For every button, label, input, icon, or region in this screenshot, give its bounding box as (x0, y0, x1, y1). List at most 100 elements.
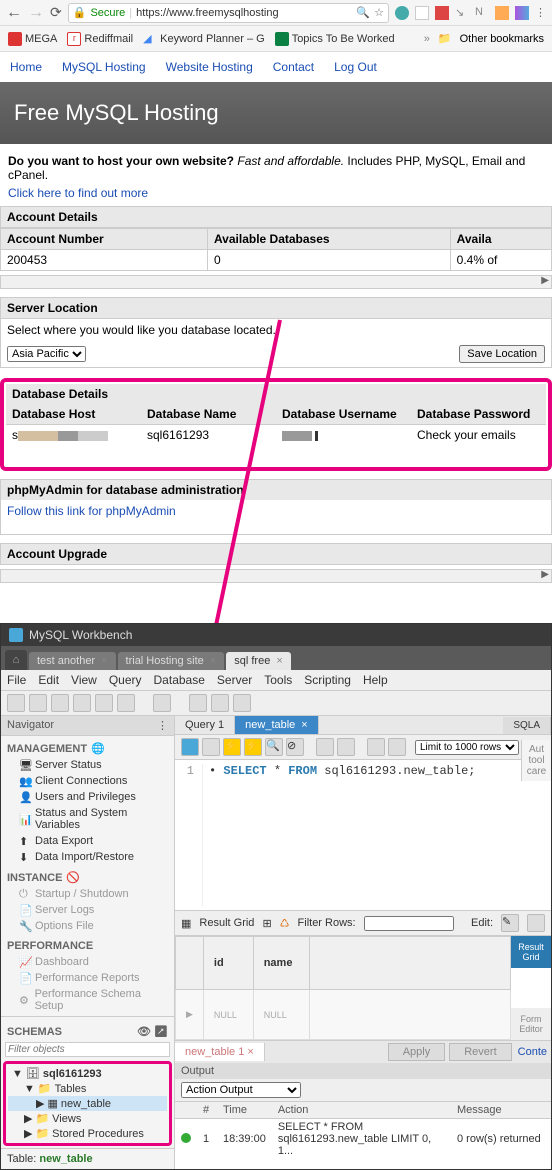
menu-tools[interactable]: Tools (264, 673, 292, 687)
menu-file[interactable]: File (7, 673, 26, 687)
menu-icon[interactable]: ⋮ (535, 6, 546, 19)
sql-editor[interactable]: 1 • SELECT * FROM sql6161293.new_table; (175, 760, 551, 910)
tb-icon[interactable] (388, 738, 406, 756)
menu-scripting[interactable]: Scripting (304, 673, 351, 687)
nav-item[interactable]: 🔧Options File (1, 918, 174, 934)
star-icon[interactable]: ☆ (374, 6, 384, 19)
nav-item[interactable]: 👥Client Connections (1, 773, 174, 789)
ext-icon[interactable] (495, 6, 509, 20)
nav-home[interactable]: Home (10, 60, 42, 74)
nav-item[interactable]: 📄Performance Reports (1, 970, 174, 986)
tb-icon[interactable]: ⚡ (223, 738, 241, 756)
tb-icon[interactable] (51, 694, 69, 712)
wb-home-tab[interactable]: ⌂ (5, 650, 27, 670)
tree-new-table[interactable]: ▶ ▦ new_table (8, 1096, 167, 1111)
search-icon[interactable]: 🔍 (356, 6, 370, 19)
menu-query[interactable]: Query (109, 673, 142, 687)
tree-db[interactable]: ▼ 🗄 sql6161293 (8, 1066, 167, 1081)
ext-icon[interactable] (435, 6, 449, 20)
ext-icon[interactable] (515, 6, 529, 20)
tb-icon[interactable] (211, 694, 229, 712)
nav-item[interactable]: 📄Server Logs (1, 902, 174, 918)
ext-icon[interactable]: ↘ (455, 6, 469, 20)
output-row[interactable]: 118:39:00SELECT * FROM sql6161293.new_ta… (175, 1119, 551, 1160)
chevron-right-icon[interactable]: » (424, 33, 430, 45)
tb-icon[interactable]: ⚡ (244, 738, 262, 756)
close-icon[interactable]: × (301, 719, 307, 731)
tb-icon[interactable]: ✎ (501, 914, 519, 932)
nav-item[interactable]: ⬆Data Export (1, 833, 174, 849)
tb-icon[interactable] (29, 694, 47, 712)
phpmyadmin-link[interactable]: Follow this link for phpMyAdmin (7, 504, 176, 518)
nav-item[interactable]: 📈Dashboard (1, 954, 174, 970)
tb-icon[interactable] (337, 738, 355, 756)
menu-edit[interactable]: Edit (38, 673, 59, 687)
query-tab[interactable]: Query 1 (175, 716, 235, 734)
filter-input[interactable] (5, 1042, 170, 1057)
bookmark-kw[interactable]: ◢Keyword Planner – G (143, 32, 265, 46)
close-icon[interactable]: × (101, 655, 107, 667)
server-select[interactable]: Asia Pacific (7, 346, 86, 362)
tb-icon[interactable]: ⊘ (286, 738, 304, 756)
nav-item[interactable]: ⏻Startup / Shutdown (1, 886, 174, 902)
back-button[interactable]: ← (6, 4, 22, 22)
save-location-button[interactable]: Save Location (459, 345, 545, 363)
bookmark-topics[interactable]: Topics To Be Worked (275, 32, 395, 46)
tb-icon[interactable] (181, 738, 199, 756)
tb-icon[interactable] (527, 914, 545, 932)
menu-server[interactable]: Server (217, 673, 252, 687)
ext-icon[interactable]: N (475, 6, 489, 20)
tb-icon[interactable] (73, 694, 91, 712)
output-select[interactable]: Action Output (181, 1082, 301, 1098)
limit-select[interactable]: Limit to 1000 rows (415, 740, 519, 755)
promo-link[interactable]: Click here to find out more (0, 186, 552, 206)
tb-icon[interactable] (153, 694, 171, 712)
h-scrollbar[interactable] (0, 275, 552, 289)
wb-tab-active[interactable]: sql free× (226, 652, 291, 670)
tb-icon[interactable] (367, 738, 385, 756)
nav-item[interactable]: 📊Status and System Variables (1, 805, 174, 833)
tb-icon[interactable] (233, 694, 251, 712)
forward-button[interactable]: → (28, 4, 44, 22)
bookmark-rediff[interactable]: rRediffmail (67, 32, 133, 46)
nav-mysql[interactable]: MySQL Hosting (62, 60, 146, 74)
tb-icon[interactable] (202, 738, 220, 756)
tb-icon[interactable] (189, 694, 207, 712)
nav-logout[interactable]: Log Out (334, 60, 377, 74)
nav-contact[interactable]: Contact (273, 60, 314, 74)
reload-button[interactable]: ⟳ (50, 4, 62, 21)
nav-web[interactable]: Website Hosting (166, 60, 253, 74)
nav-item[interactable]: 👤Users and Privileges (1, 789, 174, 805)
revert-button[interactable]: Revert (449, 1043, 511, 1061)
menu-database[interactable]: Database (154, 673, 205, 687)
tree-views[interactable]: ▶ 📁 Views (8, 1111, 167, 1126)
close-icon[interactable]: × (210, 655, 216, 667)
tb-icon[interactable] (95, 694, 113, 712)
nav-item[interactable]: 🖥Server Status (1, 757, 174, 773)
query-tab-active[interactable]: new_table× (235, 716, 319, 734)
ext-icon[interactable] (395, 6, 409, 20)
result-grid[interactable]: idname ▶NULLNULL (175, 936, 511, 1040)
ext-icon[interactable] (415, 6, 429, 20)
menu-help[interactable]: Help (363, 673, 388, 687)
bookmark-mega[interactable]: MEGA (8, 32, 57, 46)
tb-icon[interactable] (316, 738, 334, 756)
result-tab[interactable]: new_table 1 × (175, 1043, 265, 1061)
form-editor-btn[interactable]: Form Editor (511, 1008, 551, 1040)
menu-view[interactable]: View (71, 673, 97, 687)
wb-tab[interactable]: trial Hosting site× (118, 652, 225, 670)
tb-icon[interactable]: 🔍 (265, 738, 283, 756)
url-bar[interactable]: 🔒 Secure | https://www.freemysqlhosting … (68, 3, 389, 23)
tb-icon[interactable] (7, 694, 25, 712)
close-icon[interactable]: × (276, 655, 282, 667)
filter-rows-input[interactable] (364, 916, 454, 931)
apply-button[interactable]: Apply (388, 1043, 446, 1061)
tree-sp[interactable]: ▶ 📁 Stored Procedures (8, 1126, 167, 1141)
nav-item[interactable]: ⬇Data Import/Restore (1, 849, 174, 865)
tree-tables[interactable]: ▼ 📁 Tables (8, 1081, 167, 1096)
wb-tab[interactable]: test another× (29, 652, 116, 670)
other-bookmarks[interactable]: Other bookmarks (460, 33, 544, 45)
nav-item[interactable]: ⚙Performance Schema Setup (1, 986, 174, 1014)
h-scrollbar[interactable] (0, 569, 552, 583)
result-grid-btn[interactable]: Result Grid (511, 936, 551, 968)
